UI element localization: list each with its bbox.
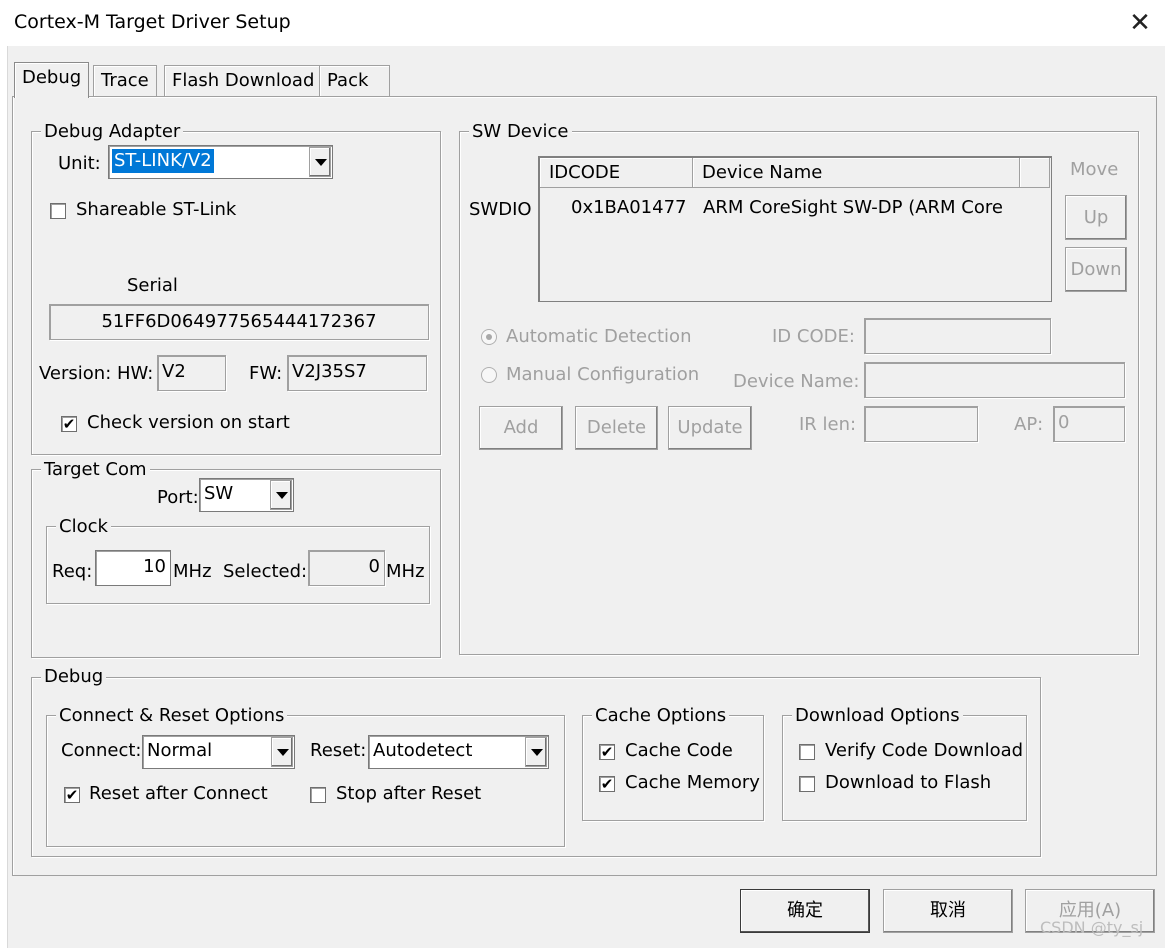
req-input[interactable]: 10 [95,550,171,586]
download-options-title: Download Options [792,705,963,727]
tab-debug[interactable]: Debug [14,62,90,98]
cache-code-checkbox[interactable]: ✔ [599,744,615,760]
debug-adapter-group [31,131,441,455]
reset-select-value: Autodetect [373,740,473,761]
reset-after-connect-label: Reset after Connect [89,783,268,804]
download-options-group [782,715,1027,821]
port-label: Port: [157,487,199,508]
window-title: Cortex-M Target Driver Setup [14,11,291,33]
update-button[interactable]: Update [668,406,752,450]
ir-len-field[interactable] [864,406,978,442]
chevron-down-icon[interactable] [271,737,293,767]
reset-after-connect-checkbox[interactable]: ✔ [64,787,80,803]
background-window-edge [0,46,8,948]
add-button[interactable]: Add [479,406,563,450]
column-header-idcode[interactable]: IDCODE [540,158,693,188]
selected-mhz-label: MHz [386,561,425,582]
serial-field: 51FF6D064977565444172367 [49,304,429,340]
column-header-spacer [1020,158,1050,188]
unit-label: Unit: [58,153,101,174]
version-hw-label: Version: HW: [39,363,154,384]
swdio-label: SWDIO [469,199,532,220]
move-up-button[interactable]: Up [1065,195,1127,240]
download-to-flash-checkbox[interactable] [799,776,815,792]
shareable-st-link-label: Shareable ST-Link [76,199,237,220]
unit-select[interactable]: ST-LINK/V2 [108,145,333,179]
sw-device-title: SW Device [469,121,572,143]
ap-label: AP: [1014,414,1044,435]
device-name-label: Device Name: [733,371,860,392]
row-idcode[interactable]: 0x1BA01477 [571,197,686,219]
download-to-flash-label: Download to Flash [825,772,992,793]
tab-trace[interactable]: Trace [93,65,157,97]
verify-code-download-checkbox[interactable] [799,744,815,760]
cache-memory-checkbox[interactable]: ✔ [599,776,615,792]
watermark-text: CSDN @ty_sj [1040,918,1144,937]
port-select-value: SW [204,483,234,504]
cache-memory-label: Cache Memory [625,772,760,793]
column-header-device-name[interactable]: Device Name [693,158,1020,188]
connect-select[interactable]: Normal [142,735,295,769]
reset-select[interactable]: Autodetect [368,735,549,769]
check-version-checkbox[interactable]: ✔ [61,416,77,432]
cancel-button[interactable]: 取消 [883,889,1013,933]
chevron-down-icon[interactable] [309,147,331,177]
automatic-detection-label: Automatic Detection [506,326,692,347]
req-mhz-label: MHz [173,561,212,582]
move-down-button[interactable]: Down [1065,247,1127,292]
id-code-field[interactable] [864,318,1051,354]
manual-configuration-radio[interactable] [481,367,497,383]
fw-label: FW: [249,363,283,384]
selected-field: 0 [308,550,385,586]
verify-code-download-label: Verify Code Download [825,740,1024,761]
shareable-st-link-checkbox[interactable] [50,203,66,219]
req-label: Req: [52,561,93,582]
cache-options-title: Cache Options [592,705,730,727]
debug-adapter-title: Debug Adapter [41,121,184,143]
hw-version-field: V2 [157,355,226,391]
tab-pack[interactable]: Pack [319,65,390,97]
debug-title: Debug [41,666,107,688]
serial-label: Serial [127,275,178,296]
check-version-label: Check version on start [87,412,290,433]
device-name-field[interactable] [864,362,1125,398]
selected-label: Selected: [223,561,308,582]
port-select[interactable]: SW [199,478,294,512]
close-icon[interactable]: ✕ [1126,6,1154,40]
unit-select-value: ST-LINK/V2 [112,149,214,173]
ap-field[interactable]: 0 [1053,406,1125,442]
cache-code-label: Cache Code [625,740,733,761]
row-device-name[interactable]: ARM CoreSight SW-DP (ARM Core [703,197,1003,219]
cache-options-group [582,715,764,821]
ok-button[interactable]: 确定 [740,889,870,933]
connect-select-value: Normal [147,740,213,761]
chevron-down-icon[interactable] [525,737,547,767]
fw-version-field: V2J35S7 [287,355,427,391]
delete-button[interactable]: Delete [575,406,658,450]
tab-flash-download[interactable]: Flash Download [164,65,323,97]
connect-reset-title: Connect & Reset Options [56,705,288,727]
ir-len-label: IR len: [799,414,857,435]
reset-label: Reset: [310,740,367,761]
move-label: Move [1070,159,1119,180]
clock-title: Clock [56,516,111,538]
target-com-title: Target Com [41,459,150,481]
automatic-detection-radio[interactable] [481,329,497,345]
id-code-label: ID CODE: [772,326,855,347]
stop-after-reset-checkbox[interactable] [310,787,326,803]
chevron-down-icon[interactable] [270,480,292,510]
manual-configuration-label: Manual Configuration [506,364,700,385]
connect-label: Connect: [61,740,142,761]
stop-after-reset-label: Stop after Reset [336,783,482,804]
